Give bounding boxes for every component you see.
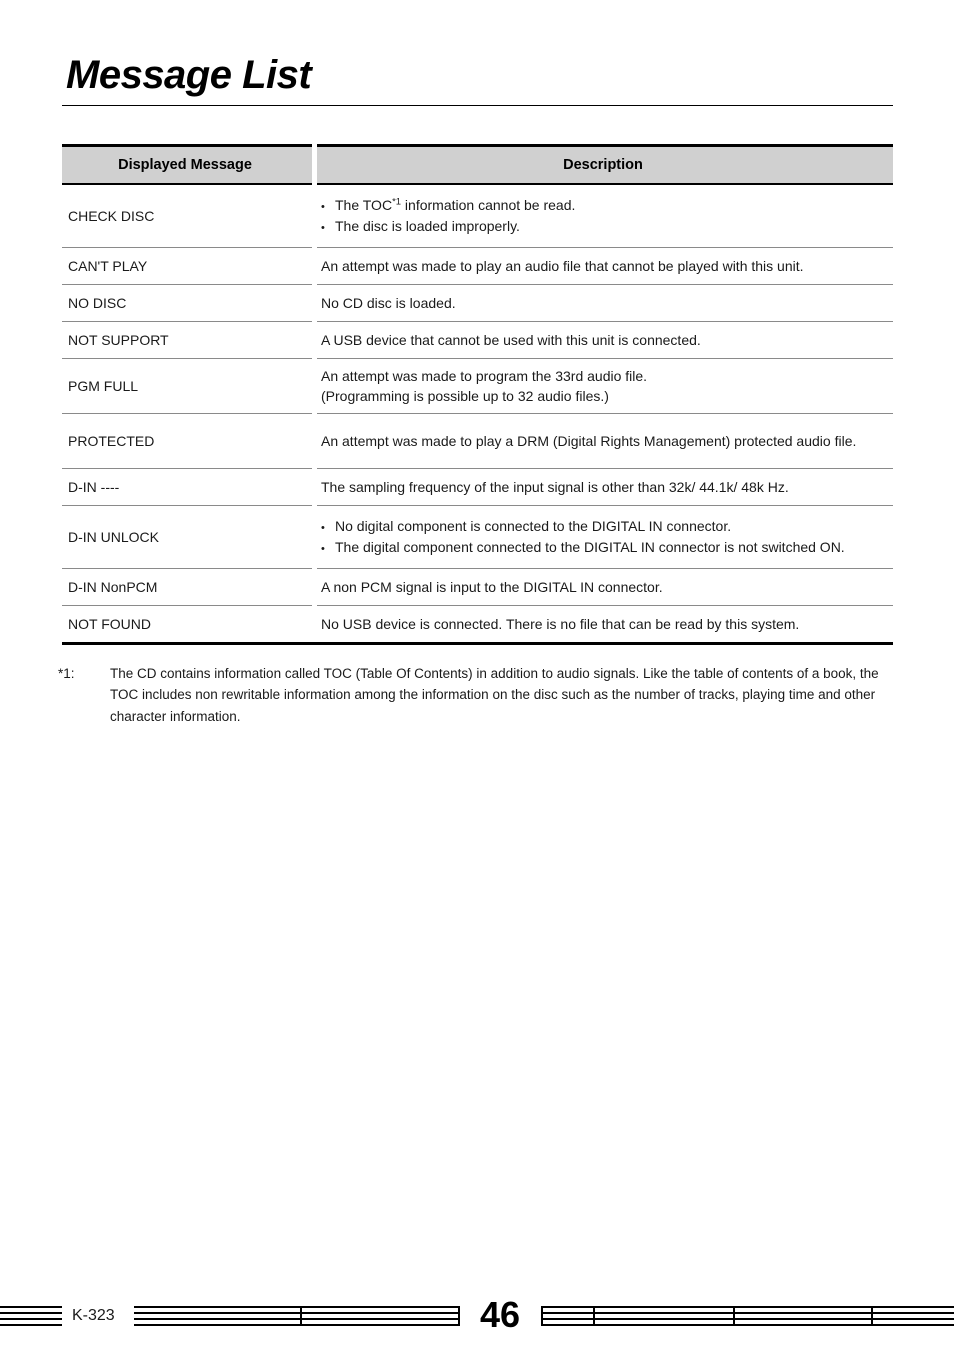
description-line: An attempt was made to program the 33rd … (321, 367, 648, 384)
table-row: PROTECTED An attempt was made to play a … (62, 414, 893, 468)
table-row: PGM FULL An attempt was made to program … (62, 359, 893, 413)
description-line: A non PCM signal is input to the DIGITAL… (321, 578, 663, 595)
description-line: An attempt was made to play a DRM (Digit… (321, 432, 857, 449)
description-bullet: • The disc is loaded improperly. (321, 216, 885, 237)
table-row: NOT FOUND No USB device is connected. Th… (62, 606, 893, 642)
footnote-marker: *1: (58, 666, 75, 681)
message-label: NOT FOUND (68, 615, 151, 632)
description-line: No CD disc is loaded. (321, 294, 456, 311)
page-number: 46 (479, 1294, 521, 1335)
description-bullet: • The digital component connected to the… (321, 537, 885, 558)
description-line: (Programming is possible up to 32 audio … (321, 388, 609, 404)
message-label: D-IN NonPCM (68, 578, 158, 595)
bullet-text: The TOC*1 information cannot be read. (335, 195, 885, 215)
table-row: CAN'T PLAY An attempt was made to play a… (62, 248, 893, 284)
message-label: PGM FULL (68, 377, 139, 394)
cell-message: D-IN UNLOCK (62, 506, 312, 568)
table-bottom-border (62, 642, 893, 645)
cell-description: No USB device is connected. There is no … (317, 606, 893, 642)
cell-description: An attempt was made to program the 33rd … (317, 359, 893, 413)
cell-description: • The TOC*1 information cannot be read. … (317, 185, 893, 247)
bullet-icon: • (321, 201, 325, 214)
cell-message: D-IN NonPCM (62, 569, 312, 605)
footnote-ref: *1 (392, 196, 402, 208)
message-list-table: Displayed Message Description CHECK DISC… (62, 144, 893, 645)
footer-staff-segment (0, 1306, 62, 1326)
message-label: NO DISC (68, 294, 127, 311)
bullet-icon: • (321, 543, 325, 555)
description-line: An attempt was made to play an audio fil… (321, 257, 804, 274)
title-underline (62, 105, 893, 106)
header-label-message: Displayed Message (118, 156, 252, 173)
cell-message: NOT SUPPORT (62, 322, 312, 358)
header-cell-description: Description (317, 146, 893, 183)
cell-message: NOT FOUND (62, 606, 312, 642)
message-label: D-IN ---- (68, 478, 120, 495)
cell-message: CAN'T PLAY (62, 248, 312, 284)
bullet-text: No digital component is connected to the… (335, 518, 732, 535)
document-page: Message List Displayed Message Descripti… (0, 0, 954, 1354)
title-block: Message List (62, 55, 893, 106)
description-line: The sampling frequency of the input sign… (321, 478, 789, 495)
cell-message: CHECK DISC (62, 185, 312, 247)
table-row: D-IN UNLOCK • No digital component is co… (62, 506, 893, 568)
bullet-text: The disc is loaded improperly. (335, 218, 520, 234)
footnote: *1: The CD contains information called T… (58, 663, 898, 727)
cell-description: No CD disc is loaded. (317, 285, 893, 321)
bullet-text: The digital component connected to the D… (335, 539, 845, 555)
cell-description: The sampling frequency of the input sign… (317, 469, 893, 505)
message-label: CHECK DISC (68, 207, 155, 224)
bullet-icon: • (321, 522, 325, 535)
cell-message: D-IN ---- (62, 469, 312, 505)
message-label: CAN'T PLAY (68, 257, 148, 274)
footer-staff-segment (541, 1306, 954, 1326)
cell-message: NO DISC (62, 285, 312, 321)
table-header-row: Displayed Message Description (62, 146, 893, 183)
page-footer: K-323 46 (0, 1294, 954, 1340)
description-line: No USB device is connected. There is no … (321, 615, 800, 632)
footnote-text: The CD contains information called TOC (… (110, 666, 879, 724)
bullet-icon: • (321, 222, 325, 234)
cell-description: A non PCM signal is input to the DIGITAL… (317, 569, 893, 605)
table-row: D-IN NonPCM A non PCM signal is input to… (62, 569, 893, 605)
cell-description: • No digital component is connected to t… (317, 506, 893, 568)
page-title: Message List (66, 53, 312, 97)
cell-message: PROTECTED (62, 414, 312, 468)
description-bullet: • No digital component is connected to t… (321, 516, 885, 537)
message-label: NOT SUPPORT (68, 331, 169, 348)
message-label: D-IN UNLOCK (68, 528, 160, 545)
description-bullet: • The TOC*1 information cannot be read. (321, 195, 885, 216)
cell-description: An attempt was made to play a DRM (Digit… (317, 414, 893, 468)
table-row: NOT SUPPORT A USB device that cannot be … (62, 322, 893, 358)
header-label-description: Description (563, 156, 643, 173)
cell-description: An attempt was made to play an audio fil… (317, 248, 893, 284)
description-line: A USB device that cannot be used with th… (321, 331, 701, 348)
table-row: D-IN ---- The sampling frequency of the … (62, 469, 893, 505)
footer-model-code: K-323 (72, 1307, 115, 1324)
bullet-text-post: information cannot be read. (401, 197, 576, 214)
bullet-text-pre: The TOC (335, 197, 393, 214)
cell-description: A USB device that cannot be used with th… (317, 322, 893, 358)
table-row: NO DISC No CD disc is loaded. (62, 285, 893, 321)
footer-staff-segment (134, 1306, 460, 1326)
cell-message: PGM FULL (62, 359, 312, 413)
message-label: PROTECTED (68, 432, 155, 449)
table-row: CHECK DISC • The TOC*1 information canno… (62, 185, 893, 247)
header-cell-message: Displayed Message (62, 146, 312, 183)
